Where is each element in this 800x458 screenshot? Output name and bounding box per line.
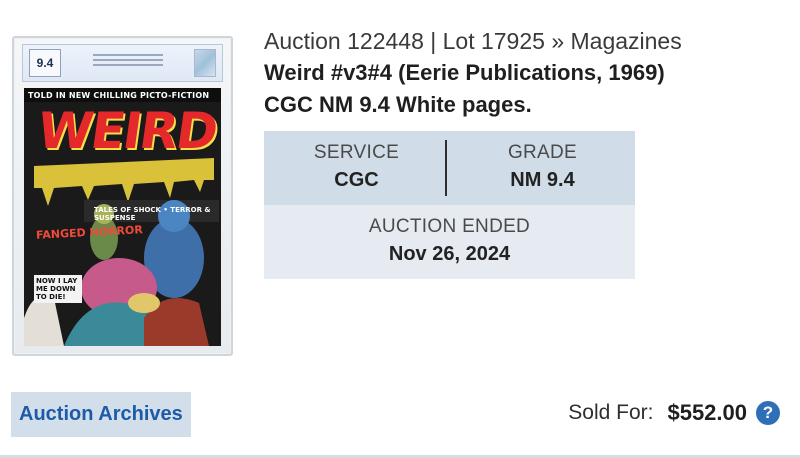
help-icon[interactable]: ?	[756, 401, 780, 425]
grade-value: NM 9.4	[510, 169, 575, 191]
auction-archives-button[interactable]: Auction Archives	[11, 392, 191, 437]
sold-for-block: Sold For: $552.00 ?	[568, 397, 780, 429]
service-value: CGC	[334, 169, 379, 191]
grade-label: GRADE	[507, 142, 578, 163]
service-cell: SERVICE CGC	[264, 131, 449, 205]
hologram-icon	[194, 49, 216, 77]
cgc-grade-box: 9.4	[29, 49, 61, 77]
auction-ended-cell: AUCTION ENDED Nov 26, 2024	[264, 205, 635, 266]
lot-title[interactable]: Weird #v3#4 (Eerie Publications, 1969)	[264, 60, 665, 86]
info-divider	[445, 140, 447, 196]
cover-banner: TOLD IN NEW CHILLING PICTO-FICTION	[28, 91, 210, 100]
cover-title: WEIRD	[33, 102, 220, 160]
cgc-label: 9.4	[22, 44, 223, 82]
comic-cover: TOLD IN NEW CHILLING PICTO-FICTION WEIRD…	[24, 88, 221, 346]
grade-cell: GRADE NM 9.4	[450, 131, 635, 205]
auction-ended-date: Nov 26, 2024	[388, 243, 511, 265]
lot-info-box: SERVICE CGC GRADE NM 9.4 AUCTION ENDED N…	[264, 131, 635, 279]
cover-blurb-lay: NOW I LAY ME DOWN TO DIE!	[34, 275, 82, 303]
cover-subtitle: TALES OF SHOCK • TERROR & SUSPENSE	[94, 206, 211, 222]
lot-image[interactable]: 9.4 TOLD IN NEW CHILLING PICTO-FICTION W…	[12, 36, 233, 356]
sold-for-label: Sold For:	[568, 401, 654, 424]
auction-ended-label: AUCTION ENDED	[368, 216, 531, 237]
cgc-label-text	[93, 51, 163, 71]
sold-price: $552.00	[667, 400, 747, 425]
lot-subtitle[interactable]: CGC NM 9.4 White pages.	[264, 92, 532, 118]
service-label: SERVICE	[313, 142, 400, 163]
auction-ended-row: AUCTION ENDED Nov 26, 2024	[264, 205, 635, 279]
service-grade-row: SERVICE CGC GRADE NM 9.4	[264, 131, 635, 205]
lot-breadcrumb[interactable]: Auction 122448 | Lot 17925 » Magazines	[264, 28, 682, 55]
